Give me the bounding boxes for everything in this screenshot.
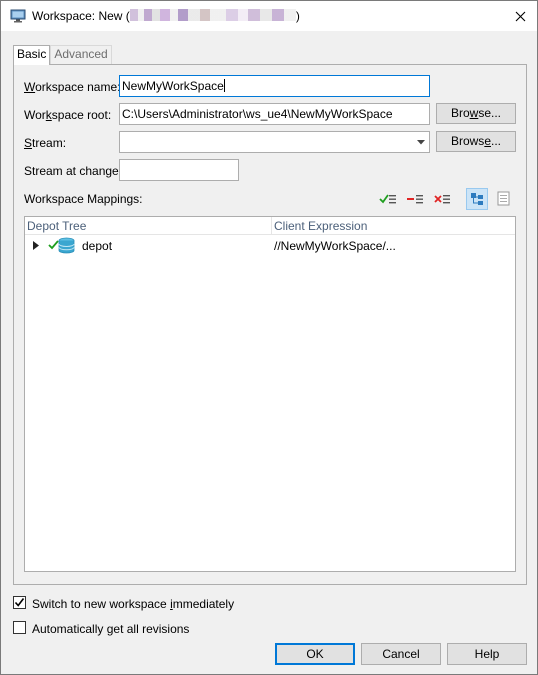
switch-immediately-label[interactable]: Switch to new workspace immediately [32,597,234,611]
close-icon [515,11,525,21]
get-all-revisions-checkbox[interactable] [13,621,26,634]
checkmark-icon [14,598,25,607]
chevron-down-icon [416,139,425,144]
get-all-revisions-label[interactable]: Automatically get all revisions [32,622,189,636]
help-button[interactable]: Help [447,643,527,665]
workspace-name-label: Workspace name: [24,80,121,94]
depot-icon [58,237,75,254]
stream-at-change-input[interactable] [119,159,239,181]
column-header-depot-tree[interactable]: Depot Tree [27,219,86,233]
stream-label: Stream: [24,136,67,150]
text-view-toggle[interactable] [493,188,515,210]
tree-view-toggle[interactable] [466,188,488,210]
tree-row[interactable]: depot //NewMyWorkSpace/... [25,236,515,256]
include-mapping-icon[interactable] [379,191,397,207]
dropdown-arrow[interactable] [411,132,429,152]
stream-combobox[interactable] [119,131,430,153]
text-caret [223,79,225,92]
tab-bar: Basic Advanced [13,45,112,65]
window-title: Workspace: New () [32,9,300,23]
workspace-root-input[interactable]: C:\Users\Administrator\ws_ue4\NewMyWorkS… [119,103,430,125]
column-separator[interactable] [271,217,272,235]
client-expression: //NewMyWorkSpace/... [274,239,396,253]
monitor-icon [10,9,26,23]
switch-immediately-checkbox[interactable] [13,596,26,609]
ok-button[interactable]: OK [275,643,355,665]
column-header-client-expression[interactable]: Client Expression [274,219,367,233]
tree-view-icon [471,193,483,205]
text-view-icon [497,191,510,206]
tab-basic[interactable]: Basic [13,45,51,65]
workspace-root-label: Workspace root: [24,108,112,122]
title-bar[interactable]: Workspace: New () [1,1,537,31]
browse-root-button[interactable]: Browse... [436,103,516,124]
tree-header: Depot Tree Client Expression [25,217,515,235]
close-button[interactable] [507,4,533,28]
stream-at-change-label: Stream at change: [24,164,123,178]
cancel-button[interactable]: Cancel [361,643,441,665]
workspace-name-input[interactable]: NewMyWorkSpace [119,75,430,97]
remove-mapping-icon[interactable] [433,191,451,207]
workspace-mappings-label: Workspace Mappings: [24,192,143,206]
depot-tree[interactable]: Depot Tree Client Expression depot //New… [24,216,516,572]
exclude-mapping-icon[interactable] [406,191,424,207]
redacted-title-text [129,9,296,21]
tab-advanced[interactable]: Advanced [50,45,112,64]
depot-name: depot [82,239,113,253]
workspace-dialog: Workspace: New () Basic Advanced Workspa… [0,0,538,675]
browse-stream-button[interactable]: Browse... [436,131,516,152]
expand-arrow-icon[interactable] [33,241,39,250]
